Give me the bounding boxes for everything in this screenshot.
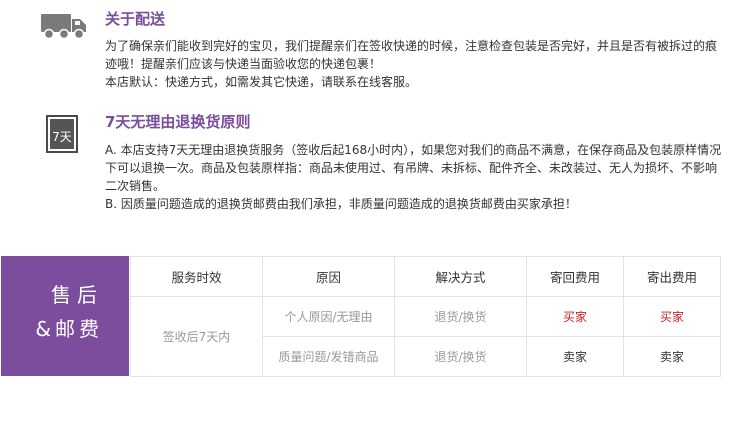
returns-body: A. 本店支持7天无理由退换货服务（签收后起168小时内），如果您对我们的商品不… <box>105 141 723 213</box>
seven-day-icon-text: 7天 <box>52 130 72 144</box>
aftersale-label: 售后 &邮费 <box>1 256 129 376</box>
aftersale-label-line: &邮费 <box>35 317 103 341</box>
solution-cell: 退货/换货 <box>394 336 527 377</box>
header-return-fee: 寄回费用 <box>526 256 624 297</box>
send-fee-cell: 卖家 <box>623 336 721 377</box>
header-send-fee: 寄出费用 <box>623 256 721 297</box>
return-fee-cell: 卖家 <box>526 336 624 377</box>
returns-line: A. 本店支持7天无理由退换货服务（签收后起168小时内），如果您对我们的商品不… <box>105 143 722 193</box>
table-header-row: 服务时效 原因 解决方式 寄回费用 寄出费用 <box>130 256 721 297</box>
aftersale-section: 售后 &邮费 服务时效 原因 解决方式 寄回费用 寄出费用 签收后7天内 个人原… <box>0 256 750 377</box>
returns-line: B. 因质量问题造成的退换货邮费由我们承担，非质量问题造成的退换货邮费由买家承担… <box>105 197 577 211</box>
header-service-period: 服务时效 <box>130 256 263 297</box>
truck-icon <box>41 14 86 40</box>
aftersale-label-line: 售后 <box>51 283 103 307</box>
returns-section: 7天 7天无理由退换货原则 A. 本店支持7天无理由退换货服务（签收后起168小… <box>0 100 750 230</box>
return-fee-cell: 买家 <box>526 296 624 337</box>
reason-cell: 质量问题/发错商品 <box>262 336 395 377</box>
fee-table: 服务时效 原因 解决方式 寄回费用 寄出费用 签收后7天内 个人原因/无理由 退… <box>130 256 721 377</box>
service-period-cell: 签收后7天内 <box>130 296 263 377</box>
shipping-title: 关于配送 <box>105 10 166 28</box>
header-solution: 解决方式 <box>394 256 527 297</box>
shipping-body: 为了确保亲们能收到完好的宝贝，我们提醒亲们在签收快递的时候，注意检查包装是否完好… <box>105 37 723 91</box>
shipping-line: 为了确保亲们能收到完好的宝贝，我们提醒亲们在签收快递的时候，注意检查包装是否完好… <box>105 39 718 71</box>
reason-cell: 个人原因/无理由 <box>262 296 395 337</box>
shipping-section: 关于配送 为了确保亲们能收到完好的宝贝，我们提醒亲们在签收快递的时候，注意检查包… <box>0 0 750 100</box>
returns-title: 7天无理由退换货原则 <box>105 113 251 131</box>
shipping-line: 本店默认：快递方式，如需发其它快递，请联系在线客服。 <box>105 75 418 89</box>
solution-cell: 退货/换货 <box>394 296 527 337</box>
header-reason: 原因 <box>262 256 395 297</box>
seven-day-icon: 7天 <box>46 115 78 153</box>
table-row: 签收后7天内 个人原因/无理由 退货/换货 买家 买家 <box>130 296 721 377</box>
send-fee-cell: 买家 <box>623 296 721 337</box>
